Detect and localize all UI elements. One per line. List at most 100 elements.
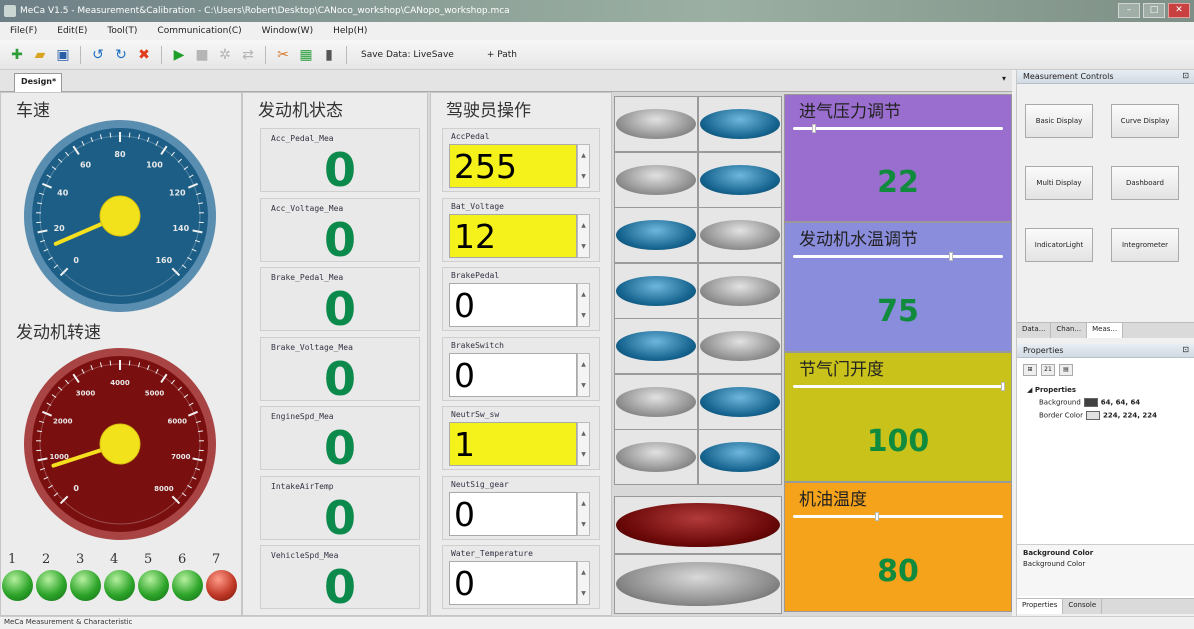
save-data-label[interactable]: Save Data: LiveSave (361, 50, 454, 60)
switch-button[interactable] (698, 318, 782, 374)
run-icon[interactable]: ▶ (170, 46, 188, 64)
menu-item-0[interactable]: File(F) (10, 26, 37, 36)
switch-button[interactable] (614, 373, 698, 430)
delete-icon[interactable]: ✖ (135, 46, 153, 64)
connect-icon[interactable]: ⇄ (239, 46, 257, 64)
measure-box[interactable]: IntakeAirTemp 0 (260, 475, 420, 543)
spin-down-icon[interactable]: ▼ (581, 521, 586, 528)
spinner[interactable]: ▲ ▼ (577, 422, 590, 466)
spinner[interactable]: ▲ ▼ (577, 491, 590, 536)
spin-up-icon[interactable]: ▲ (581, 222, 586, 229)
controls-tab[interactable]: Chan... (1051, 323, 1088, 338)
categorized-icon[interactable]: ⊞ (1023, 364, 1037, 376)
stop-icon[interactable]: ■ (193, 46, 211, 64)
spin-down-icon[interactable]: ▼ (581, 382, 586, 389)
measure-box[interactable]: Brake_Pedal_Mea 0 (260, 267, 420, 334)
switch-button[interactable] (698, 96, 782, 152)
tab-design[interactable]: Design* (14, 73, 62, 92)
control-button[interactable]: Basic Display (1025, 104, 1093, 138)
controls-tab[interactable]: Data... (1017, 323, 1052, 338)
spin-down-icon[interactable]: ▼ (581, 173, 586, 180)
spin-down-icon[interactable]: ▼ (581, 312, 586, 319)
tab-dropdown-icon[interactable]: ▾ (1002, 74, 1006, 83)
control-button[interactable]: Curve Display (1111, 104, 1179, 138)
spin-up-icon[interactable]: ▲ (581, 291, 586, 298)
switch-button[interactable] (698, 373, 782, 430)
property-row[interactable]: Border Color 224, 224, 224 (1039, 411, 1157, 420)
control-button[interactable]: Multi Display (1025, 166, 1093, 200)
slider-track[interactable] (793, 124, 1003, 133)
switch-button[interactable] (698, 207, 782, 263)
measure-box[interactable]: Acc_Voltage_Mea 0 (260, 197, 420, 265)
switch-button[interactable] (614, 262, 698, 319)
calibration-input[interactable]: 0 (449, 491, 577, 536)
open-icon[interactable]: ▰ (31, 46, 49, 64)
spin-up-icon[interactable]: ▲ (581, 500, 586, 507)
calibration-input[interactable]: 12 (449, 213, 577, 258)
spin-down-icon[interactable]: ▼ (581, 590, 586, 597)
properties-group[interactable]: ◢ Properties (1027, 386, 1076, 394)
calibration-input[interactable]: 0 (449, 283, 577, 327)
menu-item-1[interactable]: Edit(E) (57, 26, 87, 36)
save-icon[interactable]: ▣ (54, 46, 72, 64)
measure-box[interactable]: Acc_Pedal_Mea 0 (260, 128, 420, 195)
database-icon[interactable]: ▮ (320, 46, 338, 64)
spinner[interactable]: ▲ ▼ (577, 352, 590, 397)
spinner[interactable]: ▲ ▼ (577, 561, 590, 605)
switch-button[interactable] (614, 207, 698, 263)
menu-item-5[interactable]: Help(H) (333, 26, 367, 36)
property-pages-icon[interactable]: ▤ (1059, 364, 1073, 376)
switch-button[interactable] (614, 96, 698, 152)
big-switch-button[interactable] (614, 554, 782, 614)
spin-up-icon[interactable]: ▲ (581, 569, 586, 576)
spinner[interactable]: ▲ ▼ (577, 283, 590, 327)
maximize-button[interactable]: □ (1143, 3, 1165, 18)
slider-thumb[interactable] (1001, 382, 1005, 391)
spin-down-icon[interactable]: ▼ (581, 243, 586, 250)
switch-button[interactable] (614, 151, 698, 208)
minimize-button[interactable]: – (1118, 3, 1140, 18)
properties-tab[interactable]: Properties (1017, 599, 1064, 614)
undo-icon[interactable]: ↺ (89, 46, 107, 64)
controls-tab[interactable]: Meas... (1087, 323, 1124, 338)
properties-pin-icon[interactable]: ⊡ (1182, 345, 1189, 354)
alphabetical-icon[interactable]: 21 (1041, 364, 1055, 376)
menu-item-4[interactable]: Window(W) (262, 26, 313, 36)
calibration-input[interactable]: 255 (449, 144, 577, 188)
close-button[interactable]: ✕ (1168, 3, 1190, 18)
measure-box[interactable]: Brake_Voltage_Mea 0 (260, 336, 420, 404)
control-button[interactable]: Integrometer (1111, 228, 1179, 262)
calibration-input[interactable]: 0 (449, 561, 577, 605)
pin-icon[interactable]: ⊡ (1182, 71, 1189, 80)
spin-down-icon[interactable]: ▼ (581, 451, 586, 458)
spinner[interactable]: ▲ ▼ (577, 144, 590, 188)
calibration-input[interactable]: 1 (449, 422, 577, 466)
menu-item-2[interactable]: Tool(T) (107, 26, 137, 36)
new-icon[interactable]: ✚ (8, 46, 26, 64)
switch-button[interactable] (614, 429, 698, 485)
grid-icon[interactable]: ▦ (297, 46, 315, 64)
spin-up-icon[interactable]: ▲ (581, 152, 586, 159)
settings-icon[interactable]: ✲ (216, 46, 234, 64)
switch-button[interactable] (614, 318, 698, 374)
tools-icon[interactable]: ✂ (274, 46, 292, 64)
switch-button[interactable] (698, 262, 782, 319)
property-row[interactable]: Background 64, 64, 64 (1039, 398, 1140, 407)
properties-tab[interactable]: Console (1063, 599, 1103, 614)
switch-button[interactable] (698, 429, 782, 485)
slider-track[interactable] (793, 382, 1005, 391)
design-canvas[interactable]: 车速 发动机转速 0 20 40 60 80 100 120 140 160 0 1000 2000… (0, 92, 1012, 616)
measure-box[interactable]: EngineSpd_Mea 0 (260, 406, 420, 473)
measure-box[interactable]: VehicleSpd_Mea 0 (260, 545, 420, 612)
spin-up-icon[interactable]: ▲ (581, 430, 586, 437)
slider-track[interactable] (793, 252, 1003, 261)
switch-button[interactable] (698, 151, 782, 208)
control-button[interactable]: Dashboard (1111, 166, 1179, 200)
slider-track[interactable] (793, 512, 1003, 521)
menu-item-3[interactable]: Communication(C) (157, 26, 241, 36)
path-button[interactable]: + Path (487, 50, 517, 60)
slider-thumb[interactable] (812, 124, 816, 133)
control-button[interactable]: IndicatorLight (1025, 228, 1093, 262)
calibration-input[interactable]: 0 (449, 352, 577, 397)
big-switch-button[interactable] (614, 496, 782, 554)
